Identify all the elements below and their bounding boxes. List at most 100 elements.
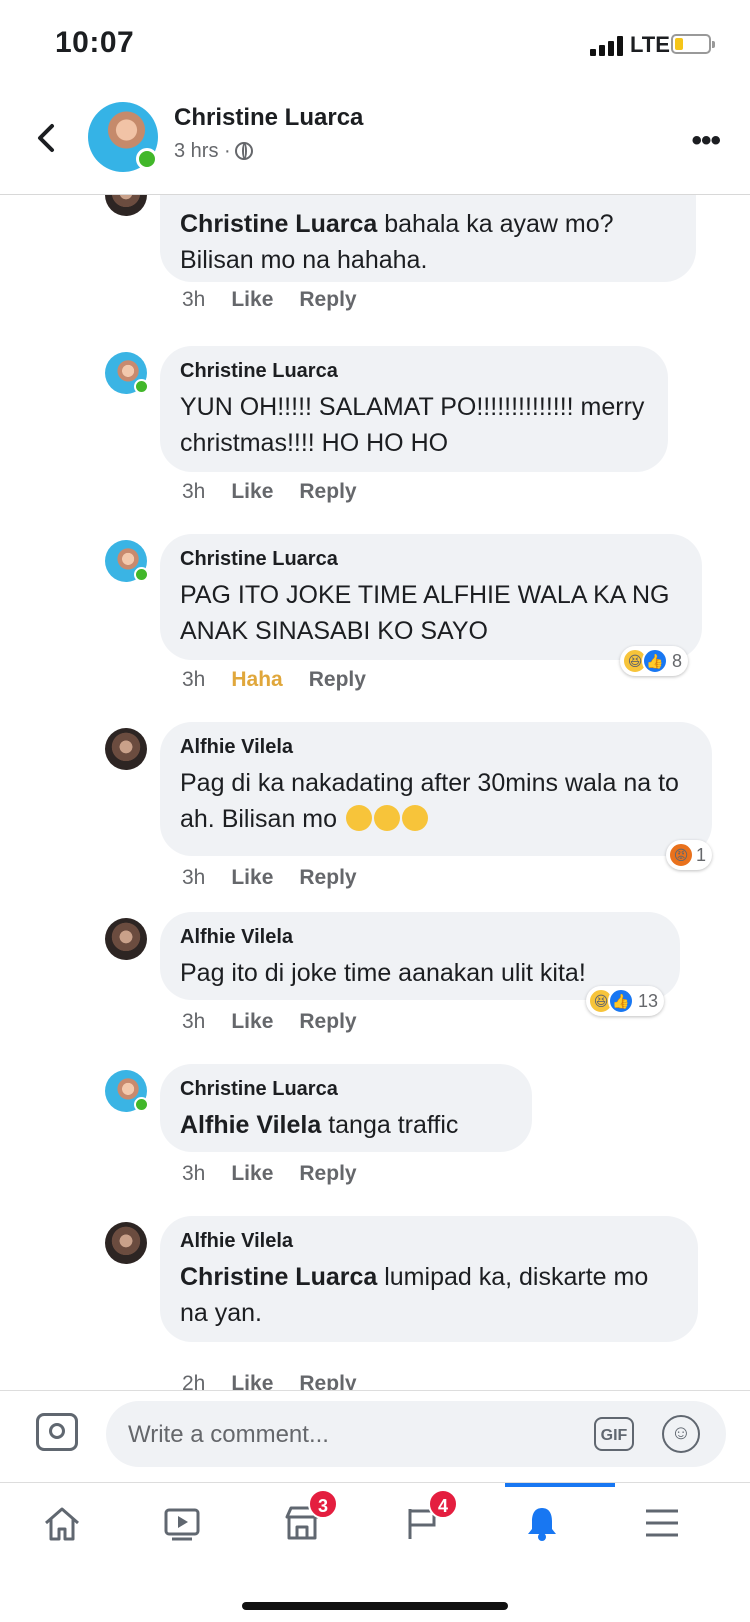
home-indicator [242, 1602, 508, 1610]
avatar[interactable] [105, 194, 147, 216]
comment-author[interactable]: Alfhie Vilela [180, 736, 692, 759]
online-indicator [136, 148, 158, 170]
comment-actions: 3h Like Reply [182, 288, 383, 312]
reaction-summary[interactable]: 😡 1 [666, 840, 713, 870]
avatar[interactable] [105, 540, 149, 582]
bell-icon [528, 1508, 556, 1541]
mention-link[interactable]: Alfhie Vilela [180, 1111, 321, 1139]
comment-author[interactable]: Christine Luarca [180, 548, 682, 571]
camera-icon[interactable] [36, 1413, 78, 1451]
reaction-summary[interactable]: 😆 👍 13 [586, 986, 665, 1016]
comment-placeholder: Write a comment... [128, 1421, 329, 1448]
more-icon[interactable]: ••• [691, 124, 720, 158]
comment-time: 3h [182, 866, 206, 889]
haha-button[interactable]: Haha [231, 668, 282, 691]
like-button[interactable]: Like [231, 1010, 273, 1033]
notification-badge: 3 [308, 1489, 338, 1519]
avatar[interactable] [88, 102, 158, 172]
reply-button[interactable]: Reply [299, 480, 356, 503]
tab-watch[interactable] [152, 1495, 212, 1555]
tab-feeds[interactable]: 4 [392, 1489, 458, 1555]
reply-button[interactable]: Reply [299, 1162, 356, 1185]
reply-button[interactable]: Reply [299, 866, 356, 889]
like-button[interactable]: Like [231, 1162, 273, 1185]
like-button[interactable]: Like [231, 288, 273, 311]
comment-time: 3h [182, 668, 206, 691]
battery-icon [671, 34, 715, 54]
comment-body: tanga traffic [321, 1111, 459, 1139]
like-button[interactable]: Like [231, 1372, 273, 1390]
network-label: LTE [630, 32, 670, 57]
post-time: 3 hrs · [174, 140, 253, 163]
comment-text: PAG ITO JOKE TIME ALFHIE WALA KA NG ANAK… [180, 581, 670, 645]
reply-button[interactable]: Reply [299, 1372, 356, 1390]
avatar[interactable] [105, 1222, 147, 1264]
comment-author[interactable]: Christine Luarca [180, 1078, 512, 1101]
gif-button[interactable]: GIF [594, 1417, 634, 1451]
tears-of-joy-icon [401, 805, 428, 831]
comment-actions: 3h Haha Reply [182, 668, 392, 692]
post-header: Christine Luarca 3 hrs · ••• [0, 90, 750, 195]
comment-text: Alfhie Vilela tanga traffic [180, 1107, 512, 1143]
comment-actions: 3h Like Reply [182, 1162, 383, 1186]
like-button[interactable]: Like [231, 480, 273, 503]
online-indicator [134, 567, 149, 582]
tab-marketplace[interactable]: 3 [272, 1489, 338, 1555]
comment-bubble: Christine Luarca Alfhie Vilela tanga tra… [160, 1064, 532, 1152]
mention-link[interactable]: Christine Luarca [180, 1263, 377, 1291]
comment-text: Pag di ka nakadating after 30mins wala n… [180, 765, 692, 837]
post-time-text: 3 hrs · [174, 140, 231, 162]
like-button[interactable]: Like [231, 866, 273, 889]
notification-badge: 4 [428, 1489, 458, 1519]
video-icon [164, 1508, 200, 1541]
online-indicator [134, 379, 149, 394]
reaction-count: 8 [672, 650, 683, 671]
author-name[interactable]: Christine Luarca [174, 104, 363, 132]
signal-icon [590, 34, 626, 56]
comment-time: 2h [182, 1372, 206, 1390]
home-icon [45, 1507, 79, 1541]
tears-of-joy-icon [373, 805, 400, 831]
angry-icon: 😡 [668, 842, 694, 868]
comment-text: YUN OH!!!!! SALAMAT PO!!!!!!!!!!!!!! mer… [180, 393, 645, 457]
like-icon: 👍 [642, 648, 668, 674]
mention-link[interactable]: Christine Luarca [180, 210, 377, 238]
status-time: 10:07 [55, 26, 135, 59]
bottom-tab-bar: 3 4 [0, 1482, 750, 1573]
comment-text: Christine Luarca bahala ka ayaw mo? Bili… [180, 206, 676, 278]
comment-bubble: Alfhie Vilela Christine Luarca lumipad k… [160, 1216, 698, 1342]
reaction-summary[interactable]: 😆 👍 8 [620, 646, 689, 676]
comment-author[interactable]: Alfhie Vilela [180, 926, 660, 949]
avatar[interactable] [105, 728, 147, 770]
comment-bubble: Christine Luarca bahala ka ayaw mo? Bili… [160, 194, 696, 282]
comment-time: 3h [182, 288, 206, 311]
comment-list: Christine Luarca bahala ka ayaw mo? Bili… [0, 194, 750, 1390]
tab-home[interactable] [32, 1495, 92, 1555]
like-icon: 👍 [608, 988, 634, 1014]
reply-button[interactable]: Reply [299, 1010, 356, 1033]
comment-input[interactable]: Write a comment... GIF ☺ [106, 1401, 726, 1467]
emoji-icon[interactable]: ☺ [662, 1415, 700, 1453]
comment-author[interactable]: Christine Luarca [180, 360, 648, 383]
avatar[interactable] [105, 918, 147, 960]
reply-button[interactable]: Reply [299, 288, 356, 311]
tab-menu[interactable] [632, 1495, 692, 1555]
reaction-count: 13 [638, 990, 659, 1011]
reply-button[interactable]: Reply [309, 668, 366, 691]
status-bar: 10:07 LTE [0, 0, 750, 90]
comment-text: Pag ito di joke time aanakan ulit kita! [180, 959, 586, 987]
chevron-left-icon[interactable] [28, 118, 68, 158]
avatar[interactable] [105, 352, 149, 394]
comment-time: 3h [182, 480, 206, 503]
comment-time: 3h [182, 1162, 206, 1185]
comment-actions: 3h Like Reply [182, 1010, 383, 1034]
avatar[interactable] [105, 1070, 149, 1112]
comment-actions: 2h Like Reply [182, 1372, 383, 1390]
comment-author[interactable]: Alfhie Vilela [180, 1230, 678, 1253]
tears-of-joy-icon [345, 805, 372, 831]
menu-icon [646, 1509, 678, 1537]
comment-bubble: Christine Luarca PAG ITO JOKE TIME ALFHI… [160, 534, 702, 660]
tab-notifications[interactable] [512, 1495, 572, 1555]
comment-actions: 3h Like Reply [182, 866, 383, 890]
comment-composer: Write a comment... GIF ☺ [0, 1390, 750, 1483]
